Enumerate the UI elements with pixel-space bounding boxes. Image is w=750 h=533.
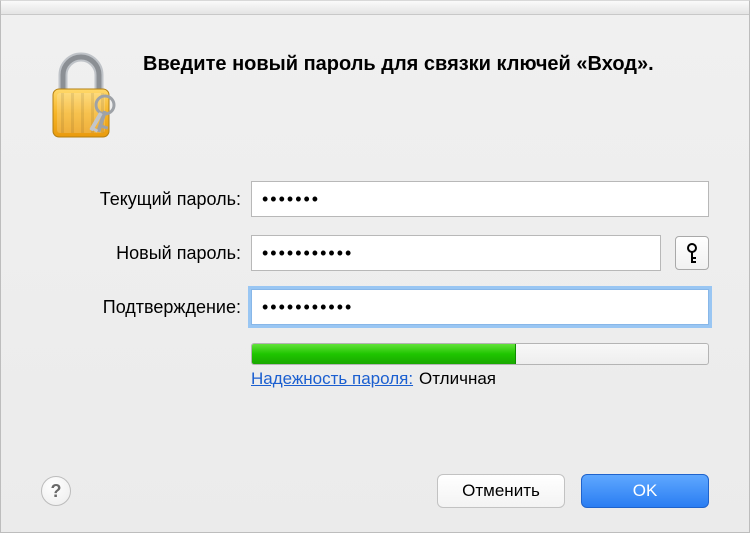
ok-button[interactable]: OK — [581, 474, 709, 508]
password-strength-link[interactable]: Надежность пароля: — [251, 369, 413, 389]
lock-icon — [41, 49, 121, 145]
new-password-label: Новый пароль: — [41, 243, 241, 264]
password-strength-line: Надежность пароля: Отличная — [251, 365, 709, 389]
key-icon — [684, 243, 700, 263]
keychain-password-dialog: Введите новый пароль для связки ключей «… — [0, 0, 750, 533]
password-form: Текущий пароль: Новый пароль: Подтвержде… — [41, 181, 709, 389]
confirm-password-label: Подтверждение: — [41, 297, 241, 318]
dialog-heading: Введите новый пароль для связки ключей «… — [143, 49, 654, 78]
dialog-footer: ? Отменить OK — [1, 474, 749, 508]
password-strength-meter — [251, 343, 709, 365]
confirm-password-input[interactable] — [251, 289, 709, 325]
dialog-content: Введите новый пароль для связки ключей «… — [1, 15, 749, 409]
help-button[interactable]: ? — [41, 476, 71, 506]
hero-row: Введите новый пароль для связки ключей «… — [41, 49, 709, 145]
strength-block: Надежность пароля: Отличная — [251, 343, 709, 389]
cancel-button[interactable]: Отменить — [437, 474, 565, 508]
new-password-input[interactable] — [251, 235, 661, 271]
password-assistant-button[interactable] — [675, 236, 709, 270]
current-password-input[interactable] — [251, 181, 709, 217]
password-strength-value: Отличная — [419, 369, 496, 389]
button-row: Отменить OK — [437, 474, 709, 508]
titlebar — [1, 1, 749, 15]
current-password-label: Текущий пароль: — [41, 189, 241, 210]
